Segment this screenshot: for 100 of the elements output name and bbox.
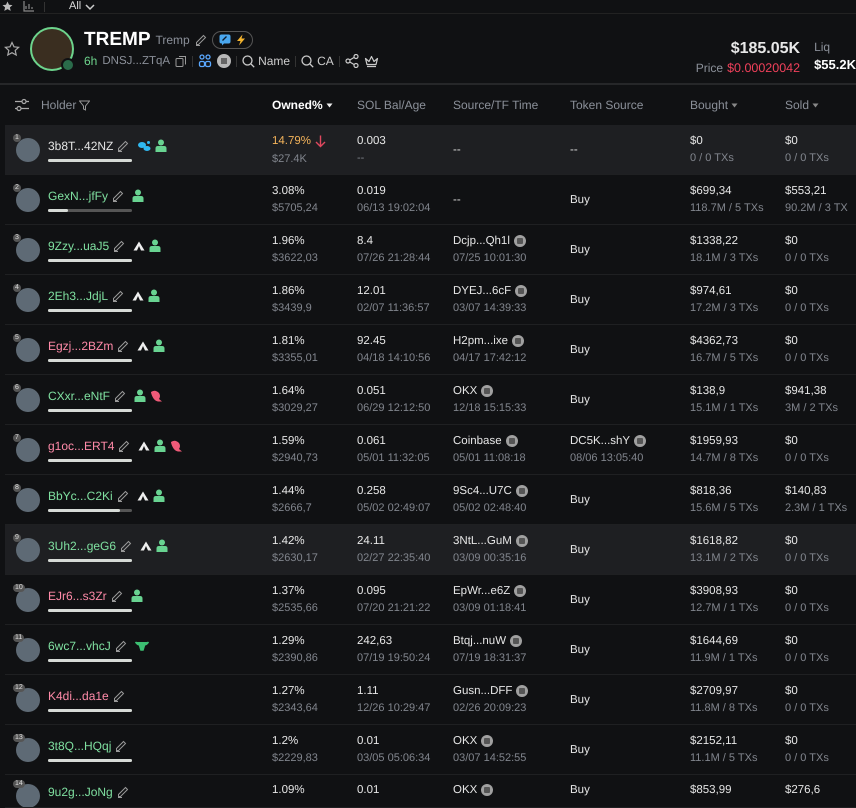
owned-percent: 1.42% [272, 535, 305, 547]
filter-dropdown[interactable]: All [69, 1, 96, 12]
liquidity-label: Liq [814, 40, 832, 54]
tent-icon [133, 240, 146, 250]
share-icon[interactable] [344, 54, 359, 68]
pencil-icon[interactable] [117, 140, 130, 152]
sort-caret-icon[interactable] [326, 102, 333, 108]
pencil-icon[interactable] [113, 240, 126, 252]
coin-icon [506, 435, 518, 447]
source: -- [453, 194, 462, 206]
wallet-address[interactable]: EJr6...s3Zr [48, 588, 107, 602]
source-time: 12/18 15:15:33 [453, 402, 528, 414]
filter-settings-icon[interactable] [14, 98, 30, 112]
pencil-icon[interactable] [120, 540, 132, 552]
filter-icon[interactable] [79, 100, 90, 110]
pencil-icon[interactable] [114, 390, 126, 402]
sold-detail: 0 / 0 TXs [785, 252, 830, 264]
wallet-address[interactable]: 2Eh3...JdjL [48, 288, 108, 302]
pencil-icon[interactable] [116, 786, 129, 798]
source[interactable]: H2pm...ixe [453, 335, 508, 347]
bought-detail: 13.1M / 2 TXs [690, 552, 760, 564]
search-link[interactable]: CA [301, 54, 334, 68]
source[interactable]: DYEJ...6cF [453, 285, 512, 297]
wallet-age: 03/05 05:06:34 [357, 752, 432, 764]
sol-balance: 0.258 [357, 485, 387, 497]
copy-icon[interactable] [175, 55, 188, 67]
pencil-icon[interactable] [194, 34, 207, 46]
owned-percent: 1.27% [272, 685, 305, 697]
source[interactable]: Coinbase [453, 435, 502, 447]
sold-amount: $0 [785, 285, 799, 297]
people-icon[interactable] [198, 54, 212, 68]
tent-icon [132, 290, 144, 300]
menu-circle-icon[interactable] [217, 54, 232, 68]
wallet-address[interactable]: GexN...jfFy [48, 188, 108, 202]
column-header[interactable]: Owned% [272, 98, 323, 112]
wallet-address[interactable]: 9u2g...JoNg [48, 785, 113, 799]
sold-amount: $0 [785, 585, 799, 597]
wallet-address[interactable]: 3t8Q...HQqj [48, 738, 112, 752]
user-icon [149, 239, 162, 252]
chart-icon[interactable] [23, 1, 34, 12]
wallet-address[interactable]: CXxr...eNtF [48, 388, 110, 402]
pencil-icon[interactable] [114, 640, 127, 652]
bought-amount: $1338,22 [690, 235, 739, 247]
coin-icon [481, 385, 494, 397]
pencil-icon[interactable] [115, 740, 128, 752]
sol-balance: 1.11 [357, 685, 380, 697]
source[interactable]: OKX [453, 735, 478, 747]
column-header[interactable]: Sold [785, 98, 810, 112]
wallet-address[interactable]: g1oc...ERT4 [48, 438, 114, 452]
pencil-icon[interactable] [112, 690, 125, 702]
pencil-icon[interactable] [110, 590, 123, 602]
source[interactable]: Gusn...DFF [453, 685, 512, 697]
pencil-icon[interactable] [118, 440, 130, 452]
star-icon[interactable] [4, 40, 20, 56]
coin-icon [514, 235, 526, 247]
wallet-address[interactable]: 3b8T...42NZ [48, 138, 114, 152]
user-icon [154, 439, 166, 452]
source[interactable]: OKX [453, 385, 478, 397]
token-source: Buy [570, 494, 591, 506]
bought-detail: 0 / 0 TXs [690, 152, 735, 164]
wallet-address[interactable]: K4di...da1e [48, 688, 109, 702]
column-header: Token Source [570, 98, 644, 112]
source[interactable]: Dcjp...Qh1l [453, 235, 510, 247]
contract-address[interactable]: DNSJ...ZTqA [102, 55, 170, 67]
sold-detail: 0 / 0 TXs [785, 152, 830, 164]
wallet-address[interactable]: 6wc7...vhcJ [48, 638, 111, 652]
crown-icon[interactable] [364, 54, 379, 68]
bought-detail: 16.7M / 5 TXs [690, 352, 760, 364]
sold-amount: $276,6 [785, 784, 822, 796]
sold-amount: $0 [785, 685, 799, 697]
source[interactable]: 9Sc4...U7C [453, 485, 512, 497]
wallet-age: 07/20 21:21:22 [357, 602, 432, 614]
wallet-address[interactable]: Egzj...2BZm [48, 338, 114, 352]
token-source[interactable]: DC5K...shY [570, 435, 630, 447]
token-source-time: 08/06 13:05:40 [570, 452, 644, 464]
wallet-address[interactable]: 3Uh2...geG6 [48, 538, 116, 552]
bought-amount: $138,9 [690, 385, 726, 397]
wallet-address[interactable]: 9Zzy...uaJ5 [48, 238, 110, 252]
pencil-icon[interactable] [116, 490, 129, 502]
source[interactable]: 3NtL...GuM [453, 535, 512, 547]
source[interactable]: EpWr...e6Z [453, 585, 510, 597]
sol-balance: 0.095 [357, 585, 387, 597]
chevron-down-icon[interactable] [85, 2, 96, 12]
search-link[interactable]: Name [242, 54, 290, 68]
source[interactable]: OKX [453, 784, 478, 796]
pencil-icon[interactable] [117, 340, 130, 352]
bubbles-icon [137, 140, 152, 152]
pencil-icon[interactable] [112, 190, 124, 202]
column-header[interactable]: Holder [41, 98, 76, 112]
bought-detail: 14.7M / 8 TXs [690, 452, 760, 464]
coin-icon [516, 535, 528, 547]
bought-detail: 11.8M / 8 TXs [690, 702, 758, 714]
star-icon[interactable] [2, 1, 13, 12]
social-badges[interactable] [212, 31, 253, 49]
wallet-address[interactable]: BbYc...C2Ki [48, 488, 113, 502]
column-header[interactable]: Bought [690, 98, 728, 112]
pencil-icon[interactable] [112, 290, 124, 302]
wallet-age: 07/19 19:50:24 [357, 652, 432, 664]
token-source: Buy [570, 394, 591, 406]
source[interactable]: Btqj...nuW [453, 635, 506, 647]
